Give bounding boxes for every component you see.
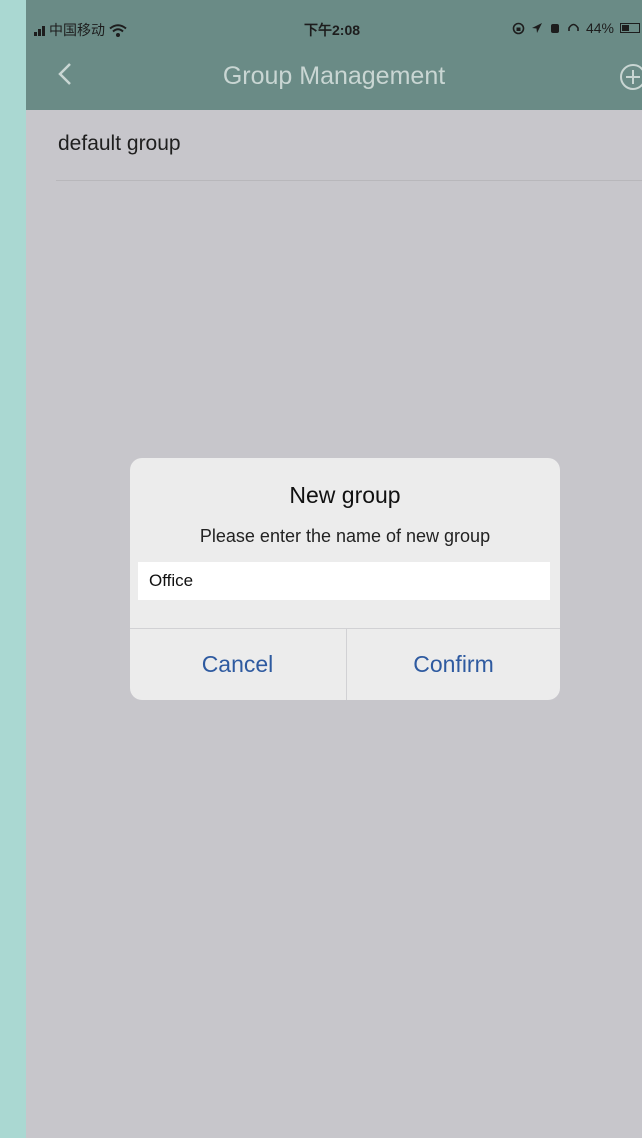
group-name-input[interactable] [138,562,550,600]
wifi-icon [109,23,127,37]
confirm-button[interactable]: Confirm [347,629,560,700]
battery-percent: 44% [585,20,614,36]
alarm-icon [550,23,559,33]
list-item-default-group[interactable]: default group [58,132,181,156]
dialog-message: Please enter the name of new group [199,526,491,546]
headphones-icon [568,23,579,31]
status-bar: 中国移动 下午2:08 44% [26,0,642,42]
battery-icon [620,23,640,33]
nav-bar: Group Management [26,42,642,110]
dialog-title: New group [289,482,401,508]
status-right: 44% [512,20,640,36]
plus-circle-icon[interactable] [618,62,642,92]
status-time: 下午2:08 [304,22,361,38]
list-divider [56,180,642,181]
cancel-button[interactable]: Cancel [130,629,345,700]
signal-icon [34,25,45,36]
page-title: Group Management [222,62,446,90]
rotation-lock-icon [512,22,525,34]
carrier-label: 中国移动 [49,22,105,38]
battery-fill [622,25,629,31]
status-left: 中国移动 [34,20,127,40]
new-group-dialog: New group Please enter the name of new g… [130,458,560,700]
location-icon [531,23,542,33]
phone-screen: 中国移动 下午2:08 44% Group Management default… [26,0,642,1138]
